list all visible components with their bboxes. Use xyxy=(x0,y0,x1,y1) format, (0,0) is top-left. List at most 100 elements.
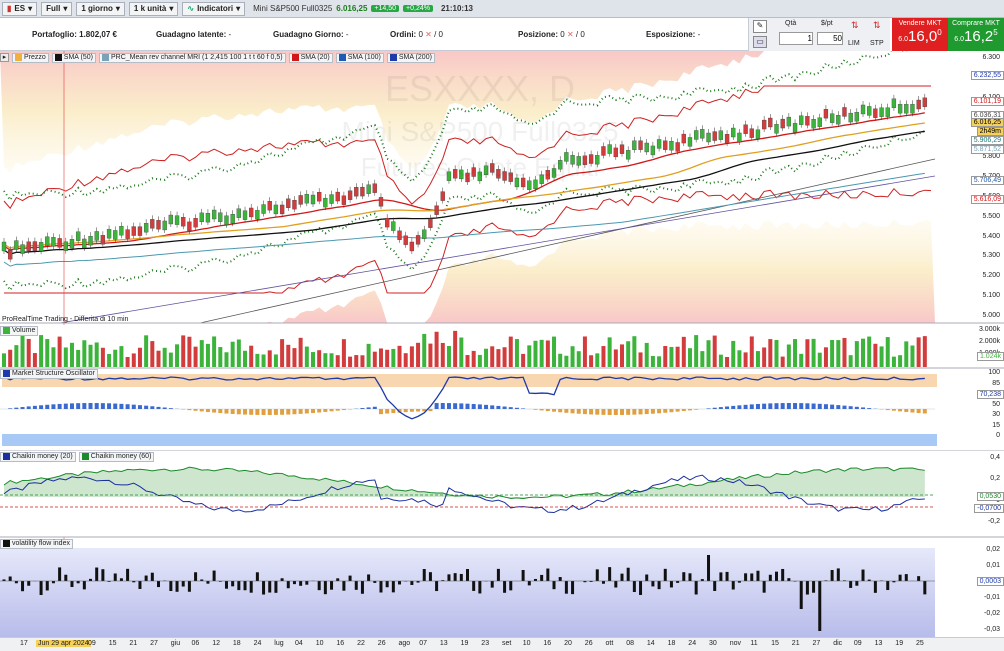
mso-histogram-bar xyxy=(14,407,19,409)
volume-bar xyxy=(255,353,260,367)
volume-bar xyxy=(236,339,241,367)
volume-bar xyxy=(453,330,458,367)
volume-bar xyxy=(490,346,495,367)
volume-bar xyxy=(446,346,451,367)
x-axis-label: 11 xyxy=(750,640,758,647)
candle xyxy=(761,119,767,130)
vfi-bar xyxy=(70,581,74,588)
candle xyxy=(125,229,130,239)
y-axis-label: 5.000 xyxy=(982,312,1000,319)
price-legend-item[interactable]: SMA (100) xyxy=(335,52,384,63)
volume-bar xyxy=(459,337,464,367)
vfi-bar xyxy=(360,581,364,594)
volume-bar xyxy=(360,355,365,367)
candle xyxy=(391,221,396,231)
mso-histogram-bar xyxy=(762,403,767,409)
position-info[interactable]: Posizione: 0 ✕ / 0 xyxy=(518,30,585,39)
candle xyxy=(663,140,668,150)
qty-input[interactable] xyxy=(779,32,813,45)
volume-bar xyxy=(885,337,890,367)
orders-info[interactable]: Ordini: 0 ✕ / 0 xyxy=(390,30,443,39)
y-axis-label: 5.100 xyxy=(982,292,1000,300)
indicators-button[interactable]: ∿ Indicatori ▾ xyxy=(182,1,246,16)
stp-button[interactable]: STP xyxy=(870,40,884,47)
chaikin-panel[interactable] xyxy=(0,451,1004,538)
top-toolbar: ▮ ES ▾ Full ▾ 1 giorno ▾ 1 k unità ▾ ∿ Indicat… xyxy=(0,0,1004,18)
lim-button[interactable]: LIM xyxy=(848,40,860,47)
limit-order-icon[interactable]: ⇅ xyxy=(851,20,859,31)
collapse-icon[interactable]: ▸ xyxy=(0,53,9,62)
volume-panel[interactable] xyxy=(0,325,1004,369)
volume-bar xyxy=(317,350,322,367)
units-selector[interactable]: 1 k unità ▾ xyxy=(128,1,179,16)
candle xyxy=(403,235,408,245)
vfi-bar xyxy=(150,572,154,581)
mso-legend: Market Structure Oscillator xyxy=(0,368,98,379)
candle xyxy=(267,201,272,211)
volume-bar xyxy=(280,339,285,367)
vfi-bar xyxy=(58,567,62,581)
vfi-bar xyxy=(496,568,500,581)
vfi-bar xyxy=(669,581,673,588)
account-info-bar: Portafoglio: 1.802,07 € Guadagno latente… xyxy=(0,18,748,51)
volume-bar xyxy=(2,353,6,367)
price-chart-area[interactable]: ESXXXX, D Mini S&P500 Full0325 Futures Quo… xyxy=(0,51,1004,637)
x-axis-label: 12 xyxy=(212,640,220,647)
pt-label: $/pt xyxy=(821,20,833,27)
vfi-bar xyxy=(731,581,735,590)
type-selector[interactable]: Full ▾ xyxy=(41,1,73,16)
y-axis-label: 5.200 xyxy=(982,272,1000,280)
x-axis-label: set xyxy=(502,640,512,647)
x-axis-label: 10 xyxy=(315,640,324,647)
candle xyxy=(199,212,204,223)
stop-order-icon[interactable]: ⇅ xyxy=(873,20,881,31)
volume-bar xyxy=(786,344,791,367)
candle xyxy=(385,217,390,228)
vfi-bar xyxy=(472,581,476,591)
candle xyxy=(854,112,859,122)
price-legend-item[interactable]: SMA (50) xyxy=(51,52,96,63)
pen-icon[interactable]: ✎ xyxy=(753,20,767,33)
volume-bar xyxy=(477,354,482,367)
price-legend-item[interactable]: PRC_Mean rev channel MRI (1 2,415 100 1 … xyxy=(98,52,286,63)
candle xyxy=(113,230,118,240)
chart-icon: ▮ xyxy=(7,4,12,13)
vfi-bar xyxy=(89,578,93,581)
mso-histogram-bar xyxy=(539,409,544,411)
y-axis-label: -0,2 xyxy=(987,518,1000,525)
candle xyxy=(341,195,347,205)
volume-bar xyxy=(558,353,563,367)
candle xyxy=(910,104,915,114)
volume-bar xyxy=(626,341,631,367)
price-legend-item[interactable]: SMA (200) xyxy=(386,52,435,63)
vfi-bar xyxy=(274,581,278,593)
volume-bar xyxy=(675,346,680,367)
price-legend-item[interactable]: Prezzo xyxy=(12,52,49,63)
candle xyxy=(904,104,909,114)
mso-panel[interactable] xyxy=(0,369,1004,452)
mso-histogram-bar xyxy=(743,404,748,409)
volume-bar xyxy=(922,336,927,367)
volume-bar xyxy=(823,347,828,367)
mso-histogram-bar xyxy=(922,409,927,414)
vfi-bar xyxy=(552,581,556,590)
vfi-bar xyxy=(119,578,123,581)
vfi-panel[interactable] xyxy=(0,548,935,637)
vfi-bar xyxy=(45,581,49,591)
volume-bar xyxy=(298,337,303,367)
timeframe-selector[interactable]: 1 giorno ▾ xyxy=(76,1,125,16)
volume-bar xyxy=(14,345,19,367)
keyboard-icon[interactable]: ▭ xyxy=(753,36,767,48)
price-legend-item[interactable]: SMA (20) xyxy=(288,52,333,63)
candle xyxy=(786,116,792,127)
mso-histogram-bar xyxy=(385,409,390,414)
x-axis-label: 14 xyxy=(646,640,655,647)
buy-market-button[interactable]: Comprare MKT 6.016,25 xyxy=(948,18,1004,51)
mso-histogram-bar xyxy=(811,403,816,409)
pt-input[interactable] xyxy=(817,32,843,45)
mso-histogram-bar xyxy=(224,409,229,414)
sell-market-button[interactable]: Vendere MKT 6.016,00 xyxy=(892,18,948,51)
vfi-bar xyxy=(342,581,346,591)
indicator-tag: 0,0003 xyxy=(976,577,1004,586)
symbol-selector[interactable]: ▮ ES ▾ xyxy=(2,1,38,16)
